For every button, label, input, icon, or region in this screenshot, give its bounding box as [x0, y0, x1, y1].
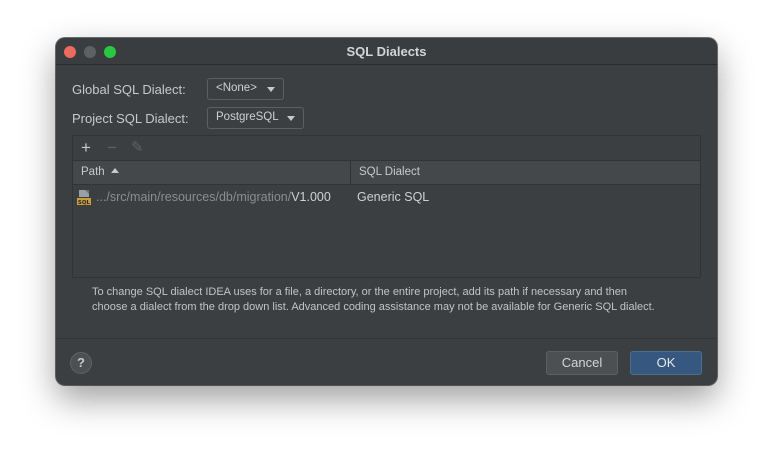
dialect-mappings-panel: + − ✎ Path SQL Dialect SQL .../src/main/… [72, 135, 701, 278]
global-dialect-label: Global SQL Dialect: [72, 82, 186, 97]
table-row[interactable]: SQL .../src/main/resources/db/migration/… [73, 185, 700, 209]
project-dialect-select[interactable]: PostgreSQL [207, 107, 304, 129]
dialect-cell[interactable]: Generic SQL [357, 190, 429, 204]
project-dialect-value: PostgreSQL [216, 111, 279, 123]
dialog-title: SQL Dialects [346, 44, 427, 59]
column-divider[interactable] [350, 161, 351, 185]
sql-file-icon: SQL [77, 190, 91, 206]
dialect-column-header[interactable]: SQL Dialect [359, 166, 420, 178]
title-bar: SQL Dialects [56, 38, 717, 65]
table-header: Path SQL Dialect [73, 160, 700, 185]
path-file: V1.000 [291, 190, 331, 204]
global-dialect-value: <None> [216, 82, 257, 94]
edit-icon[interactable]: ✎ [131, 138, 144, 158]
help-text-line-1: To change SQL dialect IDEA uses for a fi… [92, 286, 628, 298]
help-text: To change SQL dialect IDEA uses for a fi… [92, 285, 712, 315]
project-dialect-label: Project SQL Dialect: [72, 111, 189, 126]
add-icon[interactable]: + [81, 138, 91, 158]
ok-button[interactable]: OK [630, 351, 702, 375]
chevron-down-icon [287, 116, 295, 121]
sql-dialects-dialog: SQL Dialects Global SQL Dialect: <None> … [56, 38, 717, 385]
table-toolbar: + − ✎ [73, 136, 700, 160]
cancel-button[interactable]: Cancel [546, 351, 618, 375]
remove-icon[interactable]: − [107, 138, 117, 158]
help-button[interactable]: ? [70, 352, 92, 374]
path-cell: .../src/main/resources/db/migration/V1.0… [96, 190, 349, 204]
footer-divider [56, 338, 717, 339]
sort-ascending-icon [111, 168, 119, 173]
global-dialect-select[interactable]: <None> [207, 78, 284, 100]
svg-text:SQL: SQL [78, 200, 91, 206]
path-prefix: .../src/main/resources/db/migration/ [96, 190, 292, 204]
path-column-header[interactable]: Path [81, 166, 105, 178]
chevron-down-icon [267, 87, 275, 92]
help-text-line-2: choose a dialect from the drop down list… [92, 301, 655, 313]
